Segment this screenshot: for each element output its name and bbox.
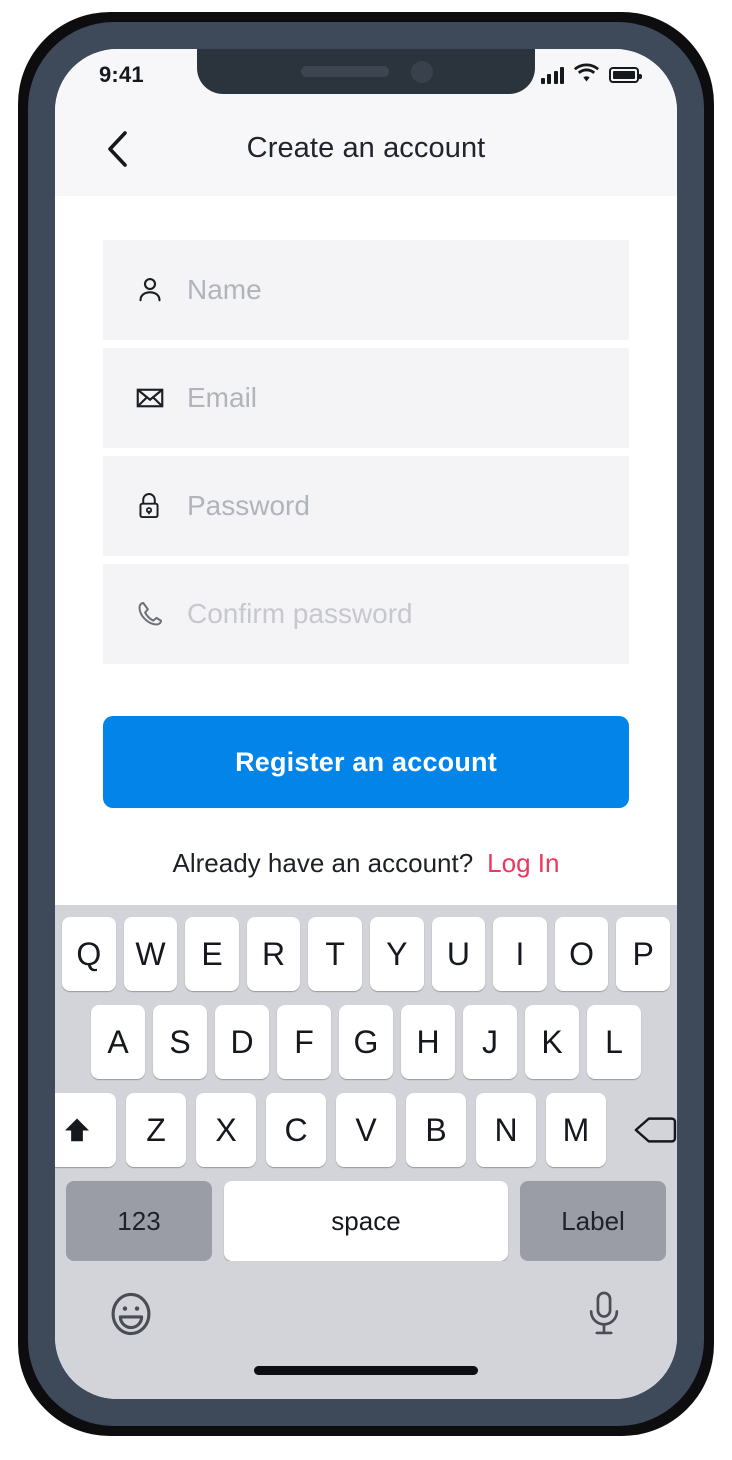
key-u[interactable]: U (432, 917, 486, 991)
keyboard-row-3: Z X C V B N M (62, 1093, 670, 1167)
email-field[interactable]: Email (103, 348, 629, 448)
keyboard-row-2: A S D F G H J K L (62, 1005, 670, 1079)
key-g[interactable]: G (339, 1005, 393, 1079)
lock-icon (135, 491, 175, 521)
key-o[interactable]: O (555, 917, 609, 991)
space-key[interactable]: space (224, 1181, 508, 1261)
key-t[interactable]: T (308, 917, 362, 991)
key-c[interactable]: C (266, 1093, 326, 1167)
battery-full-icon (609, 67, 639, 83)
cellular-signal-icon (541, 67, 565, 84)
key-s[interactable]: S (153, 1005, 207, 1079)
chevron-left-icon (106, 130, 128, 168)
wifi-icon (574, 63, 599, 87)
earpiece-speaker (301, 66, 389, 77)
key-f[interactable]: F (277, 1005, 331, 1079)
microphone-icon[interactable] (582, 1289, 626, 1344)
key-h[interactable]: H (401, 1005, 455, 1079)
password-placeholder: Password (187, 490, 310, 522)
key-e[interactable]: E (185, 917, 239, 991)
key-p[interactable]: P (616, 917, 670, 991)
key-n[interactable]: N (476, 1093, 536, 1167)
keyboard-bottom-bar (62, 1261, 670, 1399)
home-indicator[interactable] (254, 1366, 478, 1375)
key-i[interactable]: I (493, 917, 547, 991)
name-field[interactable]: Name (103, 240, 629, 340)
keyboard-row-4: 123 space Label (62, 1181, 670, 1261)
status-icons (541, 63, 640, 87)
key-m[interactable]: M (546, 1093, 606, 1167)
key-w[interactable]: W (124, 917, 178, 991)
device-notch (197, 49, 535, 94)
email-placeholder: Email (187, 382, 257, 414)
key-j[interactable]: J (463, 1005, 517, 1079)
backspace-icon (633, 1114, 677, 1146)
backspace-key[interactable] (616, 1093, 677, 1167)
login-prompt-text: Already have an account? (173, 848, 474, 878)
emoji-smiley-icon[interactable] (106, 1289, 156, 1344)
on-screen-keyboard: Q W E R T Y U I O P A S D F G H J K L (55, 905, 677, 1399)
page-title: Create an account (55, 132, 677, 165)
phone-screen: 9:41 (55, 49, 677, 1399)
nav-header: Create an account (55, 101, 677, 196)
shift-arrow-icon (61, 1114, 93, 1146)
front-camera (411, 61, 433, 83)
key-b[interactable]: B (406, 1093, 466, 1167)
key-x[interactable]: X (196, 1093, 256, 1167)
key-v[interactable]: V (336, 1093, 396, 1167)
signup-form: Name Email (55, 196, 677, 905)
shift-key[interactable] (55, 1093, 116, 1167)
status-time: 9:41 (99, 62, 144, 88)
envelope-icon (135, 383, 175, 413)
key-r[interactable]: R (247, 917, 301, 991)
back-button[interactable] (95, 127, 139, 171)
screenshot-stage: 9:41 (0, 0, 732, 1460)
key-k[interactable]: K (525, 1005, 579, 1079)
key-d[interactable]: D (215, 1005, 269, 1079)
confirm-password-field[interactable]: Confirm password (103, 564, 629, 664)
confirm-password-placeholder: Confirm password (187, 598, 413, 630)
user-icon (135, 275, 175, 305)
register-button[interactable]: Register an account (103, 716, 629, 808)
key-z[interactable]: Z (126, 1093, 186, 1167)
key-a[interactable]: A (91, 1005, 145, 1079)
login-prompt-row: Already have an account? Log In (103, 848, 629, 905)
action-key[interactable]: Label (520, 1181, 666, 1261)
key-q[interactable]: Q (62, 917, 116, 991)
name-placeholder: Name (187, 274, 262, 306)
key-y[interactable]: Y (370, 917, 424, 991)
key-l[interactable]: L (587, 1005, 641, 1079)
login-link[interactable]: Log In (487, 848, 559, 878)
phone-icon (135, 599, 175, 629)
password-field[interactable]: Password (103, 456, 629, 556)
numeric-key[interactable]: 123 (66, 1181, 212, 1261)
keyboard-row-1: Q W E R T Y U I O P (62, 917, 670, 991)
